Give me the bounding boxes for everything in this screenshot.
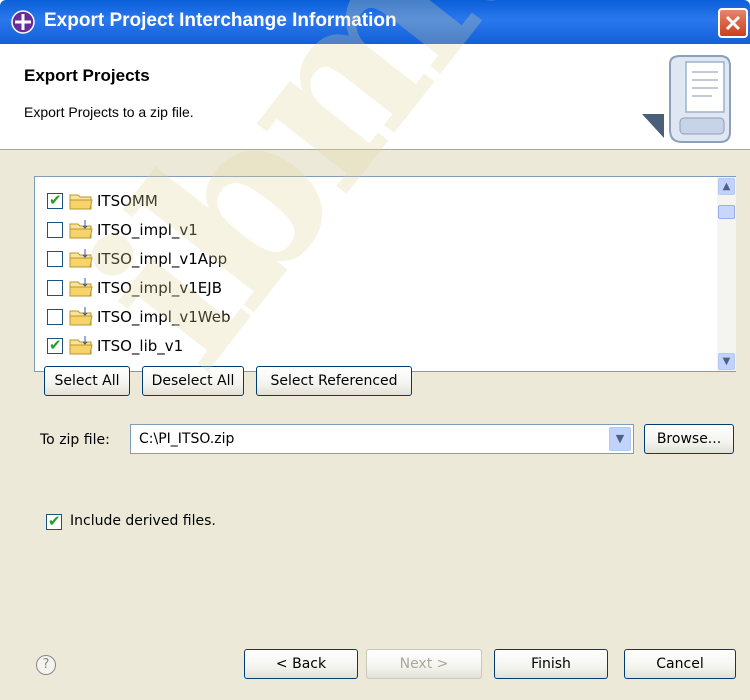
checkmark-icon: ✔ bbox=[49, 336, 62, 354]
chevron-down-icon[interactable]: ▼ bbox=[609, 427, 631, 451]
project-checkbox[interactable]: ✔ bbox=[47, 336, 63, 354]
project-checkbox[interactable] bbox=[47, 280, 63, 296]
wizard-header: Export Projects Export Projects to a zip… bbox=[0, 44, 750, 150]
zip-file-label: To zip file: bbox=[40, 432, 110, 448]
scroll-up-icon[interactable]: ▲ bbox=[718, 178, 735, 195]
project-label: ITSO_lib_v1 bbox=[97, 337, 184, 355]
checkmark-icon: ✔ bbox=[48, 512, 61, 530]
close-button[interactable] bbox=[718, 8, 748, 38]
project-label: ITSO_impl_v1Web bbox=[97, 308, 231, 326]
project-folder-icon bbox=[69, 249, 93, 268]
project-label: ITSO_impl_v1 bbox=[97, 221, 198, 239]
project-folder-icon bbox=[69, 278, 93, 297]
project-folder-icon bbox=[69, 220, 93, 239]
zip-file-value[interactable]: C:\PI_ITSO.zip bbox=[139, 431, 234, 447]
project-label: ITSOMM bbox=[97, 192, 158, 210]
scroll-down-icon[interactable]: ▼ bbox=[718, 353, 735, 370]
select-all-button[interactable]: Select All bbox=[44, 366, 130, 396]
project-label: ITSO_impl_v1App bbox=[97, 250, 228, 268]
export-wizard-icon bbox=[642, 55, 731, 143]
eclipse-plugin-icon bbox=[11, 10, 35, 34]
page-title: Export Projects bbox=[24, 66, 150, 85]
project-folder-icon bbox=[69, 194, 93, 210]
zip-file-combo[interactable]: C:\PI_ITSO.zip ▼ bbox=[130, 424, 634, 454]
scroll-thumb[interactable] bbox=[718, 205, 735, 219]
checkmark-icon: ✔ bbox=[49, 191, 62, 209]
project-checkbox[interactable] bbox=[47, 309, 63, 325]
wizard-content: ✔ ITSOMM ITSO_impl_v1 ITSO_impl_v1App IT… bbox=[0, 150, 750, 700]
select-referenced-button[interactable]: Select Referenced bbox=[256, 366, 412, 396]
cancel-button[interactable]: Cancel bbox=[624, 649, 736, 679]
close-icon bbox=[725, 15, 741, 31]
deselect-all-button[interactable]: Deselect All bbox=[142, 366, 244, 396]
back-button[interactable]: < Back bbox=[244, 649, 358, 679]
window-title: Export Project Interchange Information bbox=[44, 10, 397, 31]
project-checkbox[interactable]: ✔ bbox=[47, 191, 63, 209]
next-button[interactable]: Next > bbox=[366, 649, 482, 679]
title-bar: Export Project Interchange Information bbox=[0, 0, 750, 44]
page-description: Export Projects to a zip file. bbox=[24, 104, 194, 120]
project-label: ITSO_impl_v1EJB bbox=[97, 279, 222, 297]
browse-button[interactable]: Browse... bbox=[644, 424, 734, 454]
finish-button[interactable]: Finish bbox=[494, 649, 608, 679]
project-checkbox[interactable] bbox=[47, 222, 63, 238]
help-icon[interactable]: ? bbox=[36, 655, 56, 675]
project-list[interactable]: ✔ ITSOMM ITSO_impl_v1 ITSO_impl_v1App IT… bbox=[34, 176, 736, 372]
project-folder-icon bbox=[69, 307, 93, 326]
project-checkbox[interactable] bbox=[47, 251, 63, 267]
include-derived-label: Include derived files. bbox=[70, 513, 216, 529]
vertical-scrollbar[interactable]: ▲ ▼ bbox=[717, 177, 736, 371]
project-folder-icon bbox=[69, 336, 93, 355]
include-derived-checkbox[interactable]: ✔ bbox=[46, 512, 62, 530]
